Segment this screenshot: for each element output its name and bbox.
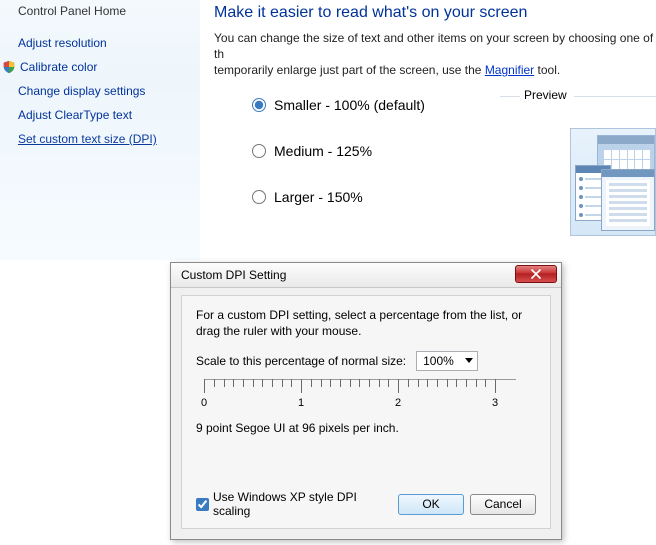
scale-combobox[interactable]: 100% (416, 351, 478, 371)
desc-text-1: You can change the size of text and othe… (214, 31, 653, 61)
close-icon (531, 269, 541, 279)
dialog-intro-text: For a custom DPI setting, select a perce… (196, 308, 536, 339)
radio-smaller[interactable] (252, 98, 266, 112)
link-change-display-settings[interactable]: Change display settings (18, 84, 190, 98)
radio-medium[interactable] (252, 144, 266, 158)
preview-thumbnail (570, 128, 656, 236)
preview-groupbox-line (500, 96, 520, 97)
desc-text-3: tool. (534, 63, 560, 77)
custom-dpi-dialog: Custom DPI Setting For a custom DPI sett… (170, 262, 562, 540)
dialog-titlebar[interactable]: Custom DPI Setting (171, 263, 561, 288)
link-calibrate-color[interactable]: Calibrate color (20, 60, 97, 74)
preview-label: Preview (520, 88, 571, 102)
dialog-body: For a custom DPI setting, select a perce… (181, 295, 551, 529)
scale-label: Scale to this percentage of normal size: (196, 354, 406, 368)
label-smaller: Smaller - 100% (default) (274, 97, 425, 113)
ruler-number: 2 (395, 397, 401, 409)
label-medium: Medium - 125% (274, 143, 372, 159)
option-smaller-row[interactable]: Smaller - 100% (default) (252, 97, 656, 113)
dpi-readout-text: 9 point Segoe UI at 96 pixels per inch. (196, 421, 536, 435)
cancel-button[interactable]: Cancel (470, 494, 536, 515)
xp-scaling-checkbox-label[interactable]: Use Windows XP style DPI scaling (196, 490, 392, 518)
preview-groupbox-line (574, 96, 656, 97)
link-set-custom-dpi[interactable]: Set custom text size (DPI) (18, 132, 190, 146)
page-title: Make it easier to read what's on your sc… (214, 4, 656, 22)
ruler-number: 1 (298, 397, 304, 409)
page-description: You can change the size of text and othe… (214, 30, 656, 79)
scale-row: Scale to this percentage of normal size:… (196, 351, 536, 371)
xp-scaling-text: Use Windows XP style DPI scaling (213, 490, 392, 518)
desc-text-2: temporarily enlarge just part of the scr… (214, 63, 485, 77)
radio-larger[interactable] (252, 190, 266, 204)
ruler-number: 3 (492, 397, 498, 409)
control-panel-home-label: Control Panel Home (18, 4, 190, 18)
close-button[interactable] (515, 265, 557, 283)
xp-scaling-checkbox[interactable] (196, 498, 209, 511)
shield-icon (2, 60, 16, 74)
ruler-number: 0 (201, 397, 207, 409)
left-nav-panel: Control Panel Home Adjust resolution Cal… (0, 0, 200, 260)
dpi-ruler[interactable]: 0 1 2 3 (204, 379, 516, 417)
dialog-title: Custom DPI Setting (181, 268, 286, 282)
ok-button[interactable]: OK (398, 494, 464, 515)
chevron-down-icon (465, 358, 473, 363)
scale-value: 100% (423, 354, 454, 368)
link-adjust-cleartype[interactable]: Adjust ClearType text (18, 108, 190, 122)
label-larger: Larger - 150% (274, 189, 363, 205)
link-magnifier[interactable]: Magnifier (485, 63, 534, 77)
dialog-bottom-row: Use Windows XP style DPI scaling OK Canc… (196, 490, 536, 518)
link-adjust-resolution[interactable]: Adjust resolution (18, 36, 190, 50)
